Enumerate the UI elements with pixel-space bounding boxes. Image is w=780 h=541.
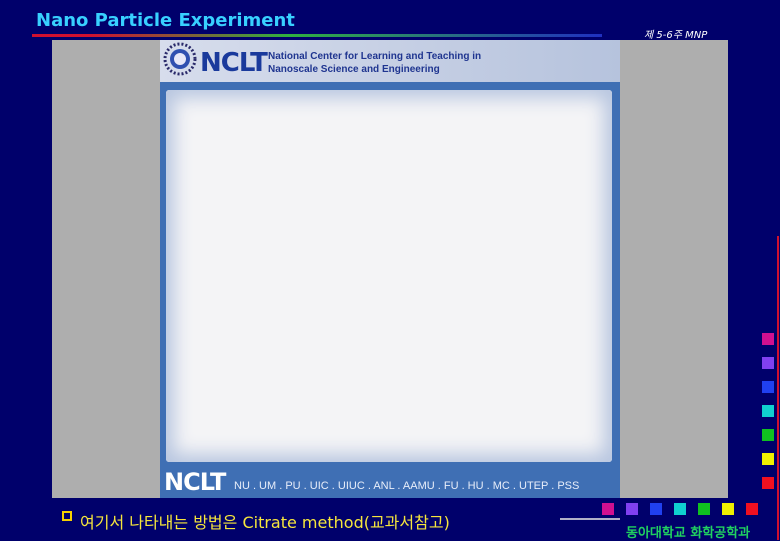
color-square [626, 503, 638, 515]
university-name: 동아대학교 화학공학과 [626, 522, 750, 541]
color-square [762, 381, 774, 393]
color-square [762, 333, 774, 345]
center-name-line-1: National Center for Learning and Teachin… [268, 51, 482, 62]
content-frame [166, 90, 612, 462]
screenshot-area: NCLT National Center for Learning and Te… [52, 40, 728, 498]
title-underline [32, 34, 602, 37]
nclt-banner: NCLT National Center for Learning and Te… [160, 40, 620, 82]
color-square [762, 429, 774, 441]
bullet-text: 여기서 나타내는 방법은 Citrate method(교과서참고) [80, 513, 450, 532]
color-square [602, 503, 614, 515]
color-square [650, 503, 662, 515]
center-name: National Center for Learning and Teachin… [268, 50, 598, 76]
embedded-webpage-screenshot: NCLT National Center for Learning and Te… [160, 40, 620, 498]
bottom-rule [560, 518, 620, 520]
footer-partner-list: NU . UM . PU . UIC . UIUC . ANL . AAMU .… [234, 480, 580, 492]
footer-nclt-logo: NCLT [164, 468, 226, 496]
chapter-label: 제 5-6주 MNP [644, 30, 708, 41]
side-rule [777, 236, 779, 540]
color-square [698, 503, 710, 515]
nclt-logo: NCLT [200, 48, 268, 78]
color-square [762, 453, 774, 465]
nclt-footer: NCLT NU . UM . PU . UIC . UIUC . ANL . A… [160, 468, 620, 498]
color-square [762, 405, 774, 417]
color-square [674, 503, 686, 515]
color-square [722, 503, 734, 515]
nsf-seal-icon [163, 42, 197, 76]
university-name-text: 동아대학교 화학공학과 [626, 526, 751, 541]
bullet-checkbox-icon [62, 511, 72, 521]
color-square [762, 477, 774, 489]
slide-title: Nano Particle Experiment [36, 10, 295, 31]
color-square [762, 357, 774, 369]
center-name-line-2: Nanoscale Science and Engineering [268, 64, 440, 75]
color-square [746, 503, 758, 515]
